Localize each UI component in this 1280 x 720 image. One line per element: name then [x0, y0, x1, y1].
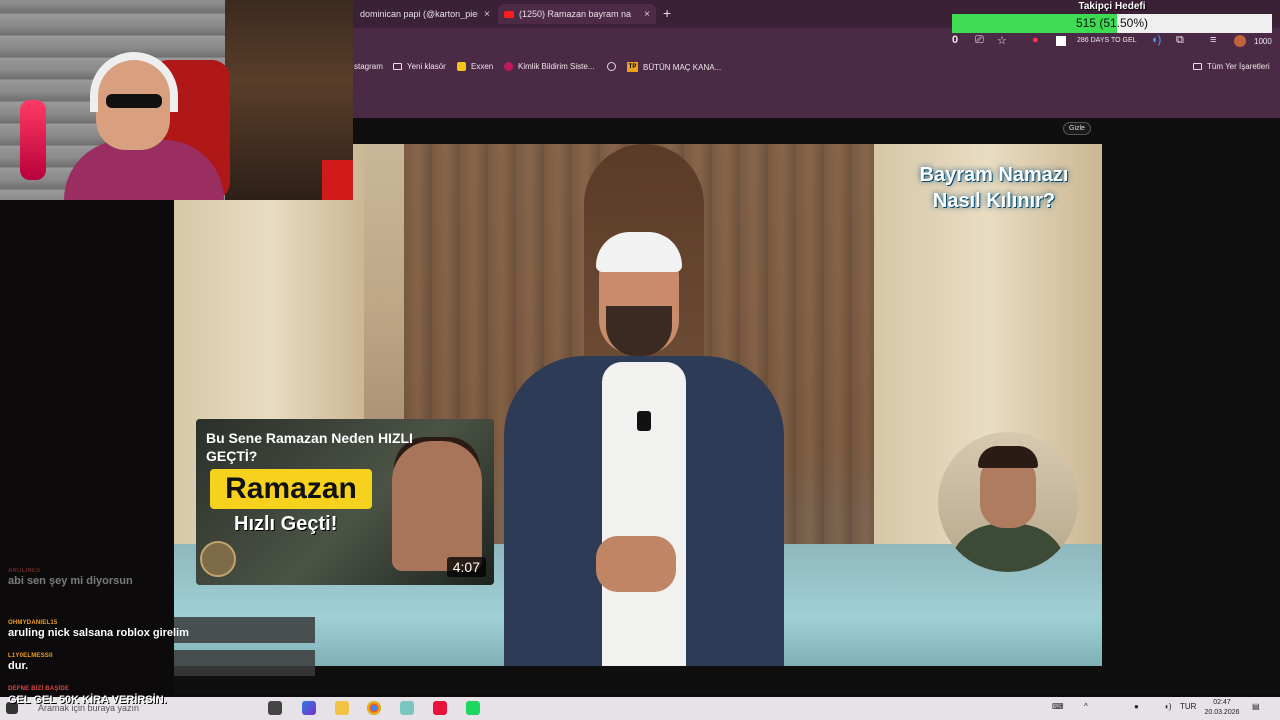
video-player[interactable]: Bayram Namazı Nasıl Kılınır? Bu Sene Ram… [174, 144, 1102, 666]
turkish-flag [322, 160, 353, 200]
app-green-icon[interactable] [466, 701, 480, 715]
presenter-shirt [602, 362, 686, 666]
tab-label: (1250) Ramazan bayram na [519, 9, 632, 19]
star-icon[interactable]: ☆ [997, 34, 1007, 47]
clock-date: 20.03.2026 [1204, 709, 1240, 716]
endcard-title: Bu Sene Ramazan Neden HIZLI GEÇTİ? [206, 430, 413, 464]
bookmark-exxen[interactable]: Exxen [457, 62, 493, 71]
video-title-line1: Bayram Namazı [919, 164, 1069, 186]
tray-chevron-icon[interactable]: ^ [1084, 702, 1088, 711]
mic-icon[interactable]: ● [1134, 702, 1139, 711]
audio-icon[interactable]: ◖) [1151, 34, 1161, 46]
chat-message: L1Y0ELMESSII dur. [8, 653, 314, 672]
bookmark-all[interactable]: Tüm Yer İşaretleri [1193, 62, 1270, 71]
chat-username: OHMYDANIEL15 [8, 620, 58, 626]
windows-taskbar: Aramak için buraya yazın ⌨ ^ ● ◖) TUR 02… [0, 697, 1280, 720]
bookmark-instagram[interactable]: stagram [354, 62, 383, 71]
endcard-video[interactable]: Bu Sene Ramazan Neden HIZLI GEÇTİ? Ramaz… [196, 419, 494, 585]
taskbar-clock[interactable]: 02:47 20.03.2026 [1200, 698, 1244, 718]
exxen-icon [457, 62, 466, 71]
tab-close-icon[interactable]: × [644, 9, 650, 20]
menu-icon[interactable]: ≡ [1210, 34, 1216, 46]
extension-square-icon[interactable] [1056, 36, 1066, 46]
file-explorer-icon[interactable] [335, 701, 349, 715]
chat-username: ARULINES [8, 568, 41, 574]
presenter-cap [596, 232, 682, 272]
chat-message: ARULINES abi sen şey mi diyorsun [8, 568, 314, 587]
chat-username: L1Y0ELMESSII [8, 653, 53, 659]
tab-youtube[interactable]: (1250) Ramazan bayram na × [498, 4, 656, 24]
toolbar-counter: 0 [952, 34, 959, 46]
bookmark-label: Exxen [471, 62, 494, 71]
globe-icon [607, 62, 616, 71]
follower-goal-value: 515 (51.50%) [1075, 16, 1149, 30]
new-tab-button[interactable]: + [663, 5, 671, 21]
chat-text: dur. [8, 660, 29, 672]
puzzle-icon[interactable]: ⧉ [1176, 34, 1184, 47]
youtube-icon [504, 10, 514, 18]
lapel-mic-icon [637, 411, 651, 431]
chat-text: abi sen şey mi diyorsun [8, 575, 133, 587]
chat-message: DEFNE BİZİ BAŞİDE [8, 686, 314, 692]
volume-icon[interactable]: ◖) [1164, 702, 1172, 711]
tp-icon: TP [627, 62, 638, 72]
video-title-line2: Nasıl Kılınır? [932, 190, 1056, 212]
avatar[interactable] [1234, 35, 1246, 47]
opera-gx-icon[interactable] [433, 701, 447, 715]
endcard-subtitle: Hızlı Geçti! [234, 513, 338, 535]
endcard-badge: Ramazan [210, 469, 372, 509]
extension-days-text[interactable]: 286 DAYS TO GEL [1077, 37, 1137, 44]
tab-label: dominican papi (@karton_pier [360, 9, 479, 19]
task-view-icon[interactable] [268, 701, 282, 715]
folder-icon [1193, 63, 1202, 70]
extension-icon[interactable]: ● [1032, 34, 1039, 46]
bookmark-label: Tüm Yer İşaretleri [1207, 62, 1270, 71]
bookmark-label: Yeni klasör [407, 62, 446, 71]
edge-icon[interactable] [302, 701, 316, 715]
video-overlay-title: Bayram Namazı Nasıl Kılınır? [894, 162, 1094, 214]
notification-icon[interactable]: ▤ [1252, 702, 1260, 711]
channel-avatar-body [948, 524, 1068, 572]
endcard-duration: 4:07 [446, 557, 486, 577]
channel-avatar-hair [978, 446, 1038, 468]
keyboard-icon[interactable]: ⌨ [1052, 702, 1064, 711]
bookmark-label: Kimlik Bildirim Siste... [518, 62, 595, 71]
bookmark-globe[interactable] [607, 62, 621, 71]
kimlik-icon [504, 62, 513, 71]
bookmark-yeni-klasor[interactable]: Yeni klasör [393, 62, 446, 71]
folder-icon [393, 63, 402, 70]
webcam-microphone [20, 100, 46, 180]
chrome-icon[interactable] [367, 701, 381, 715]
bookmark-label: stagram [354, 62, 383, 71]
bookmark-kimlik[interactable]: Kimlik Bildirim Siste... [504, 62, 594, 71]
chat-text: aruling nick salsana roblox girelim [8, 627, 189, 639]
extension-count: 1000 [1254, 37, 1272, 46]
language-indicator[interactable]: TUR [1180, 702, 1196, 711]
tab-instagram[interactable]: dominican papi (@karton_pier × [354, 4, 496, 24]
tab-close-icon[interactable]: × [484, 9, 490, 20]
stream-banner: GEL GEL 50K KİRA VERİRSİN. [8, 694, 167, 706]
clock-time: 02:47 [1213, 699, 1231, 706]
follower-goal-title: Takipçi Hedefi [1078, 1, 1146, 12]
endcard-channel-avatar[interactable] [938, 432, 1078, 572]
app-icon[interactable] [400, 701, 414, 715]
hide-button[interactable]: Gizle [1063, 122, 1091, 135]
video-presenter [504, 232, 784, 666]
follower-goal-widget: Takipçi Hedefi 515 (51.50%) [952, 0, 1272, 34]
bookmark-mac-kanal[interactable]: TP BÜTÜN MAÇ KANA... [627, 62, 721, 72]
streamer-webcam [0, 0, 353, 200]
chat-message: OHMYDANIEL15 aruling nick salsana roblox… [8, 620, 314, 639]
cast-icon[interactable]: ⎚ [975, 34, 984, 47]
presenter-hands [596, 536, 676, 592]
bookmark-label: BÜTÜN MAÇ KANA... [643, 62, 722, 72]
chat-username: DEFNE BİZİ BAŞİDE [8, 686, 70, 692]
